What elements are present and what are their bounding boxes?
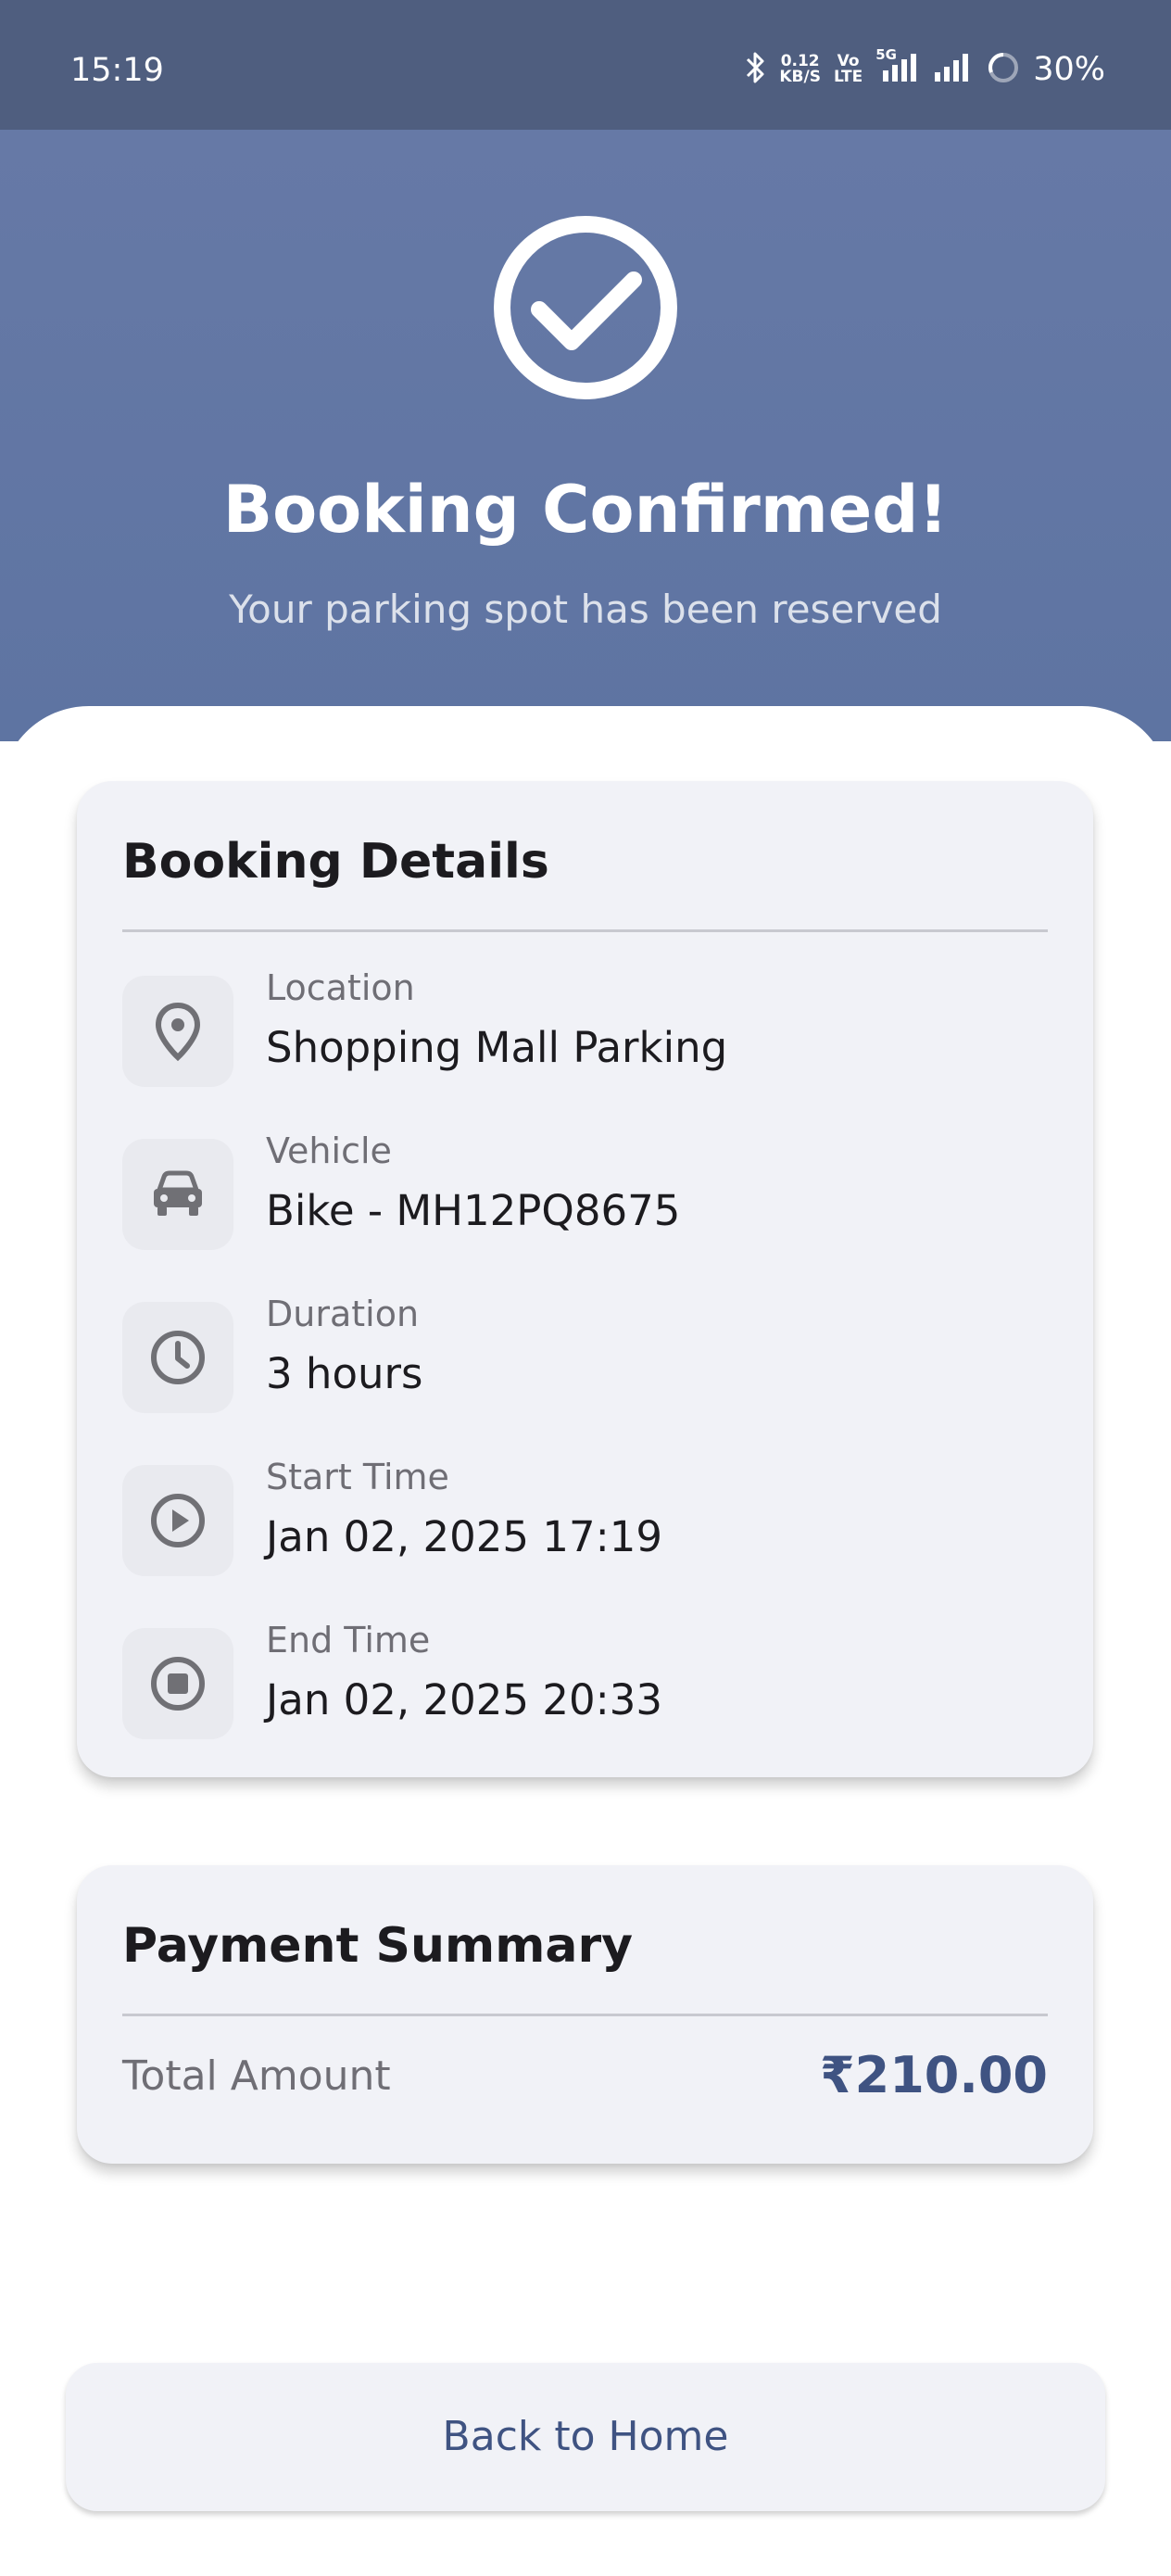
payment-summary-title: Payment Summary <box>122 1918 634 1974</box>
booking-details-card: Booking Details Location Shopping Mall P… <box>77 781 1093 1777</box>
total-amount-label: Total Amount <box>122 2052 391 2100</box>
network-speed: 0.12 KB/S <box>779 54 821 85</box>
detail-row-vehicle: Vehicle Bike - MH12PQ8675 <box>122 1130 1049 1250</box>
status-bar: 15:19 0.12 KB/S Vo LTE 5G 30% <box>0 0 1171 130</box>
page-subtitle: Your parking spot has been reserved <box>229 587 942 632</box>
detail-value: Shopping Mall Parking <box>266 1023 728 1072</box>
status-icons: 0.12 KB/S Vo LTE 5G 30% <box>746 46 1105 91</box>
signal-icon <box>931 52 974 87</box>
network-type: 5G <box>875 46 897 63</box>
detail-value: Bike - MH12PQ8675 <box>266 1186 681 1235</box>
booking-details-title: Booking Details <box>122 834 549 890</box>
battery-percent: 30% <box>1033 51 1105 88</box>
detail-row-start-time: Start Time Jan 02, 2025 17:19 <box>122 1456 1049 1576</box>
confirmation-header: Booking Confirmed! Your parking spot has… <box>0 130 1171 741</box>
car-icon <box>122 1139 233 1250</box>
divider <box>122 2014 1048 2016</box>
detail-label: End Time <box>266 1620 431 1661</box>
page-title: Booking Confirmed! <box>222 472 949 548</box>
signal-icon: 5G <box>875 46 918 87</box>
volte-bottom: LTE <box>833 68 863 86</box>
location-pin-icon <box>122 976 233 1087</box>
detail-row-duration: Duration 3 hours <box>122 1293 1049 1413</box>
detail-row-location: Location Shopping Mall Parking <box>122 966 1049 1087</box>
detail-value: Jan 02, 2025 20:33 <box>266 1675 663 1724</box>
detail-label: Vehicle <box>266 1130 392 1171</box>
detail-label: Location <box>266 967 415 1008</box>
bluetooth-icon <box>746 50 766 89</box>
status-time: 15:19 <box>70 52 164 89</box>
payment-summary-card: Payment Summary Total Amount ₹210.00 <box>77 1865 1093 2164</box>
detail-value: Jan 02, 2025 17:19 <box>266 1512 663 1561</box>
detail-label: Start Time <box>266 1457 449 1497</box>
stop-circle-icon <box>122 1628 233 1739</box>
battery-icon <box>987 51 1020 88</box>
volte-indicator: Vo LTE <box>834 54 863 85</box>
play-circle-icon <box>122 1465 233 1576</box>
detail-label: Duration <box>266 1294 420 1334</box>
back-to-home-button[interactable]: Back to Home <box>66 2363 1105 2511</box>
check-circle-icon <box>493 215 678 400</box>
divider <box>122 929 1048 932</box>
network-speed-unit: KB/S <box>779 68 821 86</box>
total-amount-value: ₹210.00 <box>820 2046 1048 2104</box>
detail-value: 3 hours <box>266 1349 423 1398</box>
clock-icon <box>122 1302 233 1413</box>
detail-row-end-time: End Time Jan 02, 2025 20:33 <box>122 1619 1049 1739</box>
